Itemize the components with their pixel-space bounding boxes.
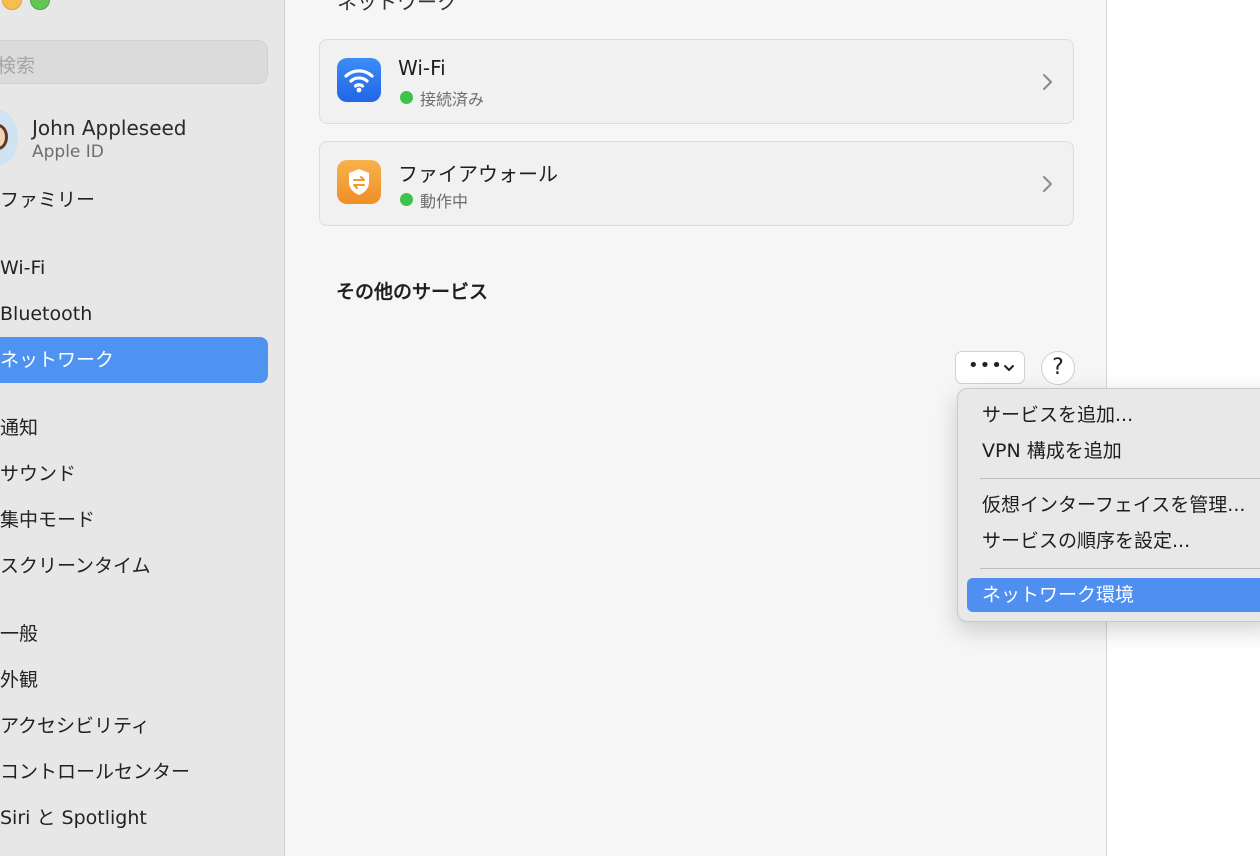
chevron-right-icon — [1043, 74, 1052, 90]
user-name[interactable]: John Appleseed — [32, 116, 187, 140]
sidebar-item-label: 集中モード — [0, 509, 96, 531]
avatar[interactable] — [0, 110, 18, 166]
sidebar-item-label: スクリーンタイム — [0, 555, 151, 577]
ellipsis-icon: ••• — [968, 355, 1003, 376]
wifi-status: 接続済み — [420, 90, 485, 109]
sidebar-item-focus[interactable]: 集中モード — [0, 500, 268, 540]
sidebar-item-label: Wi-Fi — [0, 257, 46, 279]
menu-item-network-locations[interactable]: ネットワーク環境 — [967, 578, 1260, 612]
sidebar-item-network[interactable]: ネットワーク — [0, 337, 268, 383]
sidebar-item-appearance[interactable]: 外観 — [0, 660, 268, 700]
firewall-icon — [337, 160, 381, 204]
wifi-title: Wi-Fi — [398, 56, 446, 80]
sidebar-item-label: 通知 — [0, 417, 39, 439]
more-actions-menu: サービスを追加... VPN 構成を追加 仮想インターフェイスを管理... サー… — [957, 388, 1260, 622]
sidebar-item-sound[interactable]: サウンド — [0, 454, 268, 494]
user-apple-id[interactable]: Apple ID — [32, 142, 104, 162]
menu-item-set-service-order[interactable]: サービスの順序を設定... — [967, 524, 1260, 558]
sidebar-item-label: Bluetooth — [0, 303, 93, 325]
menu-item-add-service[interactable]: サービスを追加... — [967, 398, 1260, 432]
firewall-service-row[interactable]: ファイアウォール 動作中 — [319, 141, 1074, 226]
status-dot — [400, 91, 413, 104]
sidebar-item-accessibility[interactable]: アクセシビリティ — [0, 706, 268, 746]
menu-separator — [980, 478, 1260, 479]
chevron-down-icon — [1004, 365, 1014, 371]
wifi-service-row[interactable]: Wi-Fi 接続済み — [319, 39, 1074, 124]
sidebar-item-siri-spotlight[interactable]: Siri と Spotlight — [0, 798, 268, 838]
search-placeholder: 検索 — [0, 55, 36, 77]
firewall-title: ファイアウォール — [398, 162, 558, 186]
menu-item-manage-virtual-interfaces[interactable]: 仮想インターフェイスを管理... — [967, 488, 1260, 522]
sidebar-item-bluetooth[interactable]: Bluetooth — [0, 294, 268, 334]
status-dot — [400, 193, 413, 206]
sidebar-item-family[interactable]: ファミリー — [0, 180, 268, 220]
sidebar-item-notifications[interactable]: 通知 — [0, 408, 268, 448]
wifi-icon — [337, 58, 381, 102]
sidebar-item-general[interactable]: 一般 — [0, 614, 268, 654]
sidebar-item-label: ファミリー — [0, 189, 96, 211]
sidebar-item-label: サウンド — [0, 463, 77, 485]
other-services-heading: その他のサービス — [336, 281, 489, 303]
page-title: ネットワーク — [337, 0, 457, 14]
sidebar-item-screen-time[interactable]: スクリーンタイム — [0, 546, 268, 586]
avatar-face — [0, 124, 8, 150]
sidebar-item-label: 一般 — [0, 623, 39, 645]
sidebar-item-wifi[interactable]: Wi-Fi — [0, 248, 268, 288]
sidebar-item-control-center[interactable]: コントロールセンター — [0, 752, 268, 792]
sidebar: 検索 John Appleseed Apple ID ファミリー Wi-Fi B… — [0, 0, 285, 856]
sidebar-item-label: Siri と Spotlight — [0, 807, 147, 829]
minimize-window-button[interactable] — [2, 0, 22, 10]
zoom-window-button[interactable] — [30, 0, 50, 10]
sidebar-item-label: コントロールセンター — [0, 761, 191, 783]
menu-separator — [980, 568, 1260, 569]
chevron-right-icon — [1043, 176, 1052, 192]
menu-item-add-vpn[interactable]: VPN 構成を追加 — [967, 434, 1260, 468]
search-input[interactable]: 検索 — [0, 40, 268, 84]
sidebar-item-label: 外観 — [0, 669, 39, 691]
firewall-status: 動作中 — [420, 192, 469, 211]
more-actions-button[interactable]: ••• — [955, 351, 1025, 384]
sidebar-item-label: アクセシビリティ — [0, 715, 150, 737]
help-button[interactable]: ? — [1041, 351, 1075, 385]
sidebar-item-label: ネットワーク — [0, 349, 115, 371]
